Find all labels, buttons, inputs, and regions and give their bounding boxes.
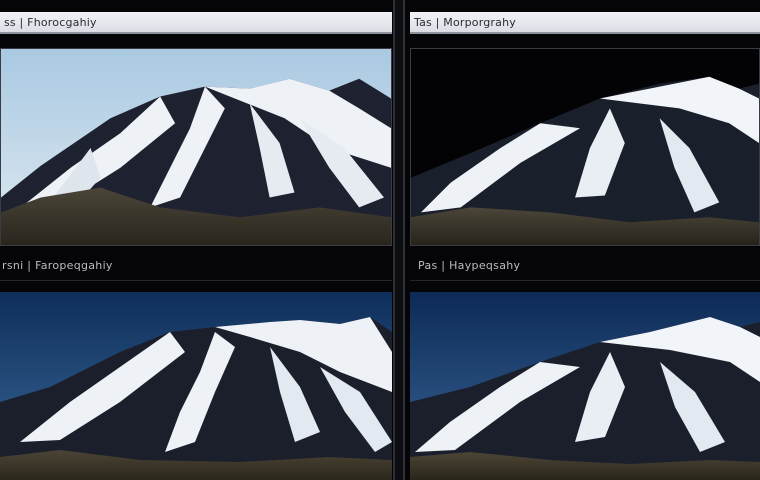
mountain-photo-top-right: [410, 48, 760, 246]
column-divider: [393, 0, 405, 480]
panel-title-bar-top-left[interactable]: ss | Fhorocgahiy: [0, 12, 392, 34]
panel-title-bottom-right[interactable]: Pas | Haypeqsahy: [418, 259, 520, 272]
mountain-photo-top-left: [0, 48, 392, 246]
separator-left: [0, 280, 392, 281]
panel-title-top-left: ss | Fhorocgahiy: [4, 16, 97, 29]
panel-title-bar-top-right[interactable]: Tas | Morporgrahy: [410, 12, 760, 34]
mountain-photo-bottom-right: [410, 292, 760, 480]
mountain-photo-bottom-left: [0, 292, 392, 480]
separator-right: [410, 280, 760, 281]
panel-title-bottom-left[interactable]: rsni | Faropeqgahiy: [2, 259, 113, 272]
panel-title-top-right: Tas | Morporgrahy: [414, 16, 516, 29]
